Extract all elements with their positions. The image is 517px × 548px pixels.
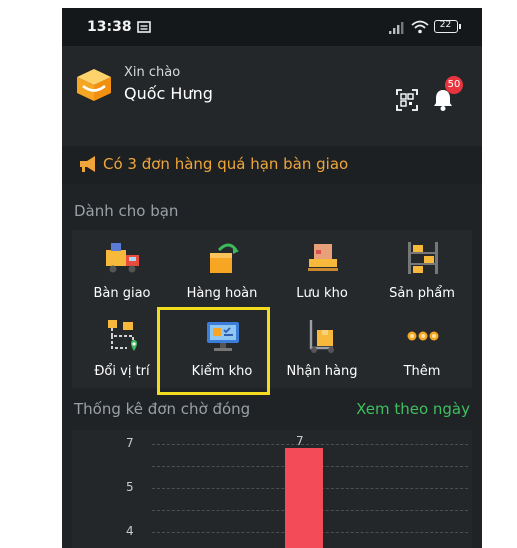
tile-nhan-hang[interactable]: Nhận hàng xyxy=(277,312,367,388)
return-box-icon xyxy=(210,243,239,273)
y-tick-label: 5 xyxy=(126,480,134,494)
tile-label: Bàn giao xyxy=(93,286,151,301)
tile-label: Lưu kho xyxy=(296,286,348,301)
stats-title: Thống kê đơn chờ đóng xyxy=(74,400,251,418)
view-by-day-link[interactable]: Xem theo ngày xyxy=(356,400,470,418)
qr-scan-icon[interactable] xyxy=(396,89,418,111)
signal-icon xyxy=(389,22,404,34)
section-title: Dành cho bạn xyxy=(74,202,179,220)
user-name: Quốc Hưng xyxy=(124,84,213,103)
status-time: 13:38 xyxy=(87,19,132,35)
tile-doi-vi-tri[interactable]: Đổi vị trí xyxy=(77,312,167,388)
tile-label: Hàng hoàn xyxy=(186,286,258,301)
battery-icon: 22 xyxy=(434,20,458,33)
hand-truck-icon xyxy=(309,320,334,353)
tile-label: Thêm xyxy=(403,364,441,379)
status-bar: 13:38 22 xyxy=(62,8,482,46)
tile-san-pham[interactable]: Sản phẩm xyxy=(377,234,467,310)
tile-label: Đổi vị trí xyxy=(94,364,150,379)
notification-badge: 50 xyxy=(445,76,463,94)
alert-text: Có 3 đơn hàng quá hạn bàn giao xyxy=(103,155,349,173)
pending-orders-chart: 7 5 4 7 xyxy=(72,430,472,548)
grid-line xyxy=(152,444,468,445)
battery-cap xyxy=(459,24,461,29)
greeting-text: Xin chào xyxy=(124,65,181,80)
more-dots-icon xyxy=(407,331,439,341)
shelf-icon xyxy=(408,242,438,274)
y-tick-label: 4 xyxy=(126,524,134,538)
relocate-icon xyxy=(108,320,137,351)
feature-grid: Bàn giao Hàng hoàn Lưu kho Sản phẩm Đổi … xyxy=(72,230,472,388)
tile-luu-kho[interactable]: Lưu kho xyxy=(277,234,367,310)
tile-them[interactable]: Thêm xyxy=(377,312,467,388)
battery-level: 22 xyxy=(439,20,452,30)
storage-pallet-icon xyxy=(308,244,338,271)
overdue-alert-banner[interactable]: Có 3 đơn hàng quá hạn bàn giao xyxy=(62,146,482,184)
tile-hang-hoan[interactable]: Hàng hoàn xyxy=(177,234,267,310)
chart-bar xyxy=(285,448,323,548)
app-screen: 13:38 22 Xin chào Quốc Hưng 50 Có 3 đơn … xyxy=(62,8,482,548)
wifi-icon xyxy=(411,20,429,34)
tile-ban-giao[interactable]: Bàn giao xyxy=(77,234,167,310)
notification-calendar-icon xyxy=(137,21,151,33)
y-tick-label: 7 xyxy=(126,436,134,450)
tile-label: Nhận hàng xyxy=(286,364,358,379)
truck-icon xyxy=(106,243,139,273)
highlight-box xyxy=(157,307,270,395)
megaphone-icon xyxy=(80,156,95,172)
app-header: Xin chào Quốc Hưng 50 xyxy=(62,46,482,146)
bar-value-label: 7 xyxy=(296,434,304,448)
tile-label: Sản phẩm xyxy=(389,286,455,301)
app-logo-box-icon xyxy=(77,69,111,101)
